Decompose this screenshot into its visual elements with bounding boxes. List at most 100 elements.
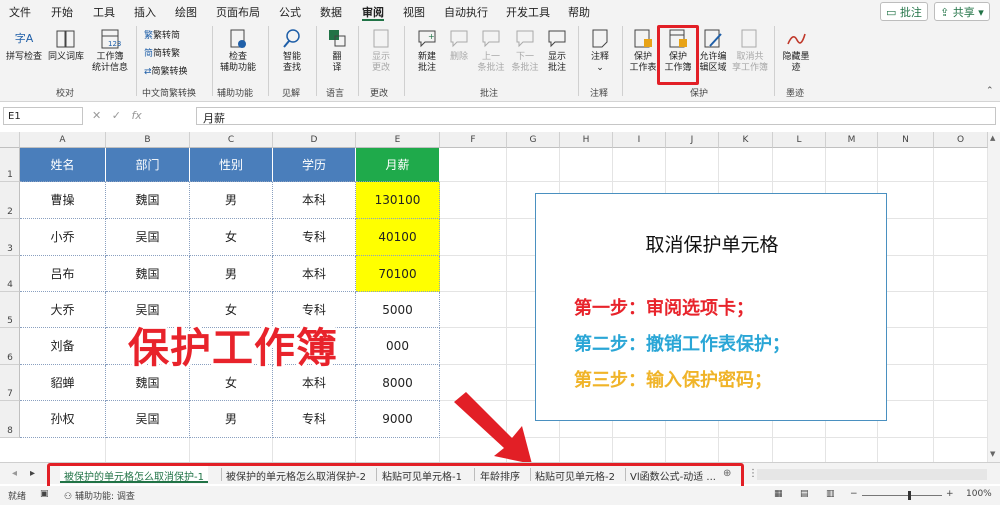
check-accessibility-button[interactable]: 检查 辅助功能 — [214, 26, 262, 74]
previous-comment-button[interactable]: 上一 条批注 — [474, 26, 508, 74]
allow-edit-ranges-button[interactable]: 允许编 辑区域 — [696, 26, 730, 74]
column-header[interactable]: C — [190, 132, 273, 148]
trad-to-simp-button[interactable]: 繁繁转简 — [144, 28, 180, 41]
select-all-corner[interactable] — [0, 132, 20, 148]
menu-home[interactable]: 开始 — [51, 4, 73, 20]
vertical-scrollbar[interactable]: ▲ ▼ — [988, 132, 1000, 462]
check-icon[interactable]: ✓ — [112, 109, 121, 122]
hide-ink-button[interactable]: 隐藏墨 迹 — [778, 26, 814, 74]
name-box[interactable]: E1 — [3, 107, 83, 125]
table-cell[interactable]: 70100 — [356, 256, 440, 292]
column-header[interactable]: K — [719, 132, 773, 148]
row-header[interactable]: 6 — [0, 328, 20, 365]
table-cell[interactable]: 吕布 — [20, 256, 106, 292]
simp-to-trad-button[interactable]: 简简转繁 — [144, 46, 180, 59]
notes-button[interactable]: 注释 ⌄ — [584, 26, 616, 74]
normal-view-icon[interactable]: ▦ — [774, 489, 783, 499]
row-header[interactable]: 5 — [0, 292, 20, 328]
menu-automate[interactable]: 自动执行 — [444, 4, 488, 20]
row-header[interactable]: 1 — [0, 148, 20, 182]
row-header[interactable]: 3 — [0, 219, 20, 256]
column-header[interactable]: G — [507, 132, 560, 148]
scroll-up-icon[interactable]: ▲ — [990, 134, 995, 142]
table-cell[interactable]: 000 — [356, 328, 440, 365]
instruction-textbox[interactable]: 取消保护单元格 第一步：审阅选项卡； 第二步：撤销工作表保护； 第三步：输入保护密码； — [535, 193, 887, 421]
menu-formulas[interactable]: 公式 — [279, 4, 301, 20]
table-header-cell[interactable]: 部门 — [106, 148, 190, 182]
menu-review[interactable]: 审阅 — [362, 4, 384, 20]
page-break-view-icon[interactable]: ▥ — [826, 489, 835, 499]
macro-icon[interactable]: ▣ — [40, 489, 49, 499]
menu-view[interactable]: 视图 — [403, 4, 425, 20]
column-header[interactable]: E — [356, 132, 440, 148]
table-cell[interactable]: 9000 — [356, 401, 440, 438]
table-cell[interactable]: 曹操 — [20, 182, 106, 219]
table-cell[interactable]: 小乔 — [20, 219, 106, 256]
delete-comment-button[interactable]: 删除 — [446, 26, 472, 63]
zoom-slider[interactable] — [862, 495, 942, 496]
table-header-cell[interactable]: 姓名 — [20, 148, 106, 182]
table-cell[interactable]: 大乔 — [20, 292, 106, 328]
comments-button[interactable]: ▭ 批注 — [880, 2, 928, 21]
menu-data[interactable]: 数据 — [320, 4, 342, 20]
spreadsheet-grid[interactable]: A B C D E F G H I J K L M N O 1 2 3 4 5 6 7 8 姓名 部门 性别 学历 月薪 曹操 魏国男本科… — [0, 132, 988, 462]
menu-file[interactable]: 文件 — [9, 4, 31, 20]
table-cell[interactable]: 魏国 — [106, 256, 190, 292]
menu-page-layout[interactable]: 页面布局 — [216, 4, 260, 20]
page-layout-view-icon[interactable]: ▤ — [800, 489, 809, 499]
menu-help[interactable]: 帮助 — [568, 4, 590, 20]
column-header[interactable]: N — [878, 132, 934, 148]
show-changes-button[interactable]: 显示 更改 — [362, 26, 400, 74]
cancel-icon[interactable]: ✕ — [92, 109, 101, 122]
table-cell[interactable]: 8000 — [356, 365, 440, 401]
fx-icon[interactable]: fx — [131, 109, 141, 122]
table-cell[interactable]: 本科 — [273, 182, 356, 219]
table-cell[interactable]: 孙权 — [20, 401, 106, 438]
table-cell[interactable]: 130100 — [356, 182, 440, 219]
accessibility-status[interactable]: ⚇ 辅助功能: 调查 — [64, 489, 135, 502]
column-header[interactable]: M — [826, 132, 878, 148]
row-header[interactable]: 8 — [0, 401, 20, 438]
zoom-in-icon[interactable]: + — [946, 489, 954, 499]
column-header[interactable]: F — [440, 132, 507, 148]
menu-draw[interactable]: 绘图 — [175, 4, 197, 20]
table-cell[interactable]: 专科 — [273, 219, 356, 256]
chinese-conversion-button[interactable]: ⇄简繁转换 — [144, 64, 188, 77]
collapse-ribbon-icon[interactable]: ⌃ — [986, 86, 994, 96]
next-comment-button[interactable]: 下一 条批注 — [508, 26, 542, 74]
table-cell[interactable]: 40100 — [356, 219, 440, 256]
horizontal-scrollbar[interactable] — [757, 469, 987, 480]
formula-input[interactable]: 月薪 — [196, 107, 996, 125]
table-cell[interactable]: 刘备 — [20, 328, 106, 365]
thesaurus-button[interactable]: 同义词库 — [46, 26, 86, 63]
workbook-statistics-button[interactable]: 123 工作簿 统计信息 — [88, 26, 132, 74]
column-header[interactable]: A — [20, 132, 106, 148]
table-cell[interactable]: 男 — [190, 182, 273, 219]
table-cell[interactable]: 吴国 — [106, 219, 190, 256]
zoom-slider-handle[interactable] — [908, 491, 911, 500]
smart-lookup-button[interactable]: 智能 查找 — [272, 26, 312, 74]
column-header[interactable]: D — [273, 132, 356, 148]
menu-tools[interactable]: 工具 — [93, 4, 115, 20]
prev-sheet-icon[interactable]: ◂ — [12, 466, 17, 483]
share-button[interactable]: ⇪ 共享 ▾ — [934, 2, 990, 21]
table-cell[interactable]: 5000 — [356, 292, 440, 328]
next-sheet-icon[interactable]: ▸ — [30, 466, 35, 483]
zoom-out-icon[interactable]: − — [850, 489, 858, 499]
row-header[interactable]: 2 — [0, 182, 20, 219]
table-cell[interactable]: 女 — [190, 219, 273, 256]
column-header[interactable]: I — [613, 132, 666, 148]
new-comment-button[interactable]: + 新建 批注 — [408, 26, 446, 74]
unshare-workbook-button[interactable]: 取消共 享工作簿 — [730, 26, 770, 74]
table-cell[interactable]: 魏国 — [106, 182, 190, 219]
table-cell[interactable]: 男 — [190, 401, 273, 438]
spelling-button[interactable]: 字A 拼写检查 — [4, 26, 44, 63]
translate-button[interactable]: 翻 译 — [320, 26, 354, 74]
table-header-cell[interactable]: 性别 — [190, 148, 273, 182]
table-cell[interactable]: 专科 — [273, 401, 356, 438]
table-cell[interactable]: 貂蝉 — [20, 365, 106, 401]
show-comments-button[interactable]: 显示 批注 — [542, 26, 572, 74]
table-header-cell[interactable]: 月薪 — [356, 148, 440, 182]
table-cell[interactable]: 吴国 — [106, 401, 190, 438]
table-header-cell[interactable]: 学历 — [273, 148, 356, 182]
